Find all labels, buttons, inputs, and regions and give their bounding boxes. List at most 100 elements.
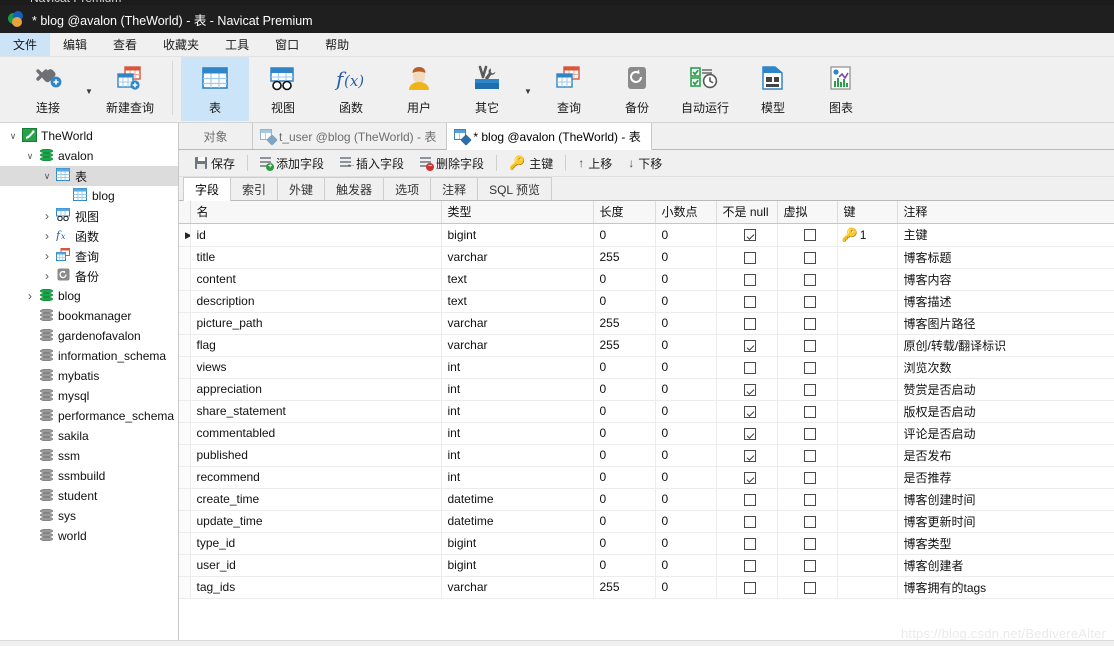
virtual-checkbox[interactable] bbox=[777, 246, 838, 269]
grid-column-header-5[interactable]: 虚拟 bbox=[777, 201, 838, 224]
field-type-cell[interactable]: varchar bbox=[441, 246, 594, 269]
not-null-checkbox[interactable] bbox=[716, 334, 778, 357]
field-length-cell[interactable]: 0 bbox=[593, 532, 656, 555]
chevron-right-icon[interactable]: › bbox=[40, 266, 54, 286]
field-type-cell[interactable]: datetime bbox=[441, 510, 594, 533]
chevron-right-icon[interactable]: › bbox=[40, 206, 54, 226]
ribbon-button-8[interactable]: 备份 bbox=[603, 57, 671, 121]
chevron-down-icon[interactable]: ▼ bbox=[521, 87, 535, 122]
field-length-cell[interactable]: 255 bbox=[593, 576, 656, 599]
field-type-cell[interactable]: int bbox=[441, 444, 594, 467]
sub-tab-4[interactable]: 选项 bbox=[383, 177, 432, 200]
sub-tab-1[interactable]: 索引 bbox=[230, 177, 279, 200]
key-cell[interactable] bbox=[837, 378, 898, 401]
menu-item-1[interactable]: 编辑 bbox=[50, 33, 100, 56]
comment-cell[interactable]: 赞赏是否启动 bbox=[897, 378, 1114, 401]
tree-node-information_schema[interactable]: information_schema bbox=[0, 346, 178, 366]
not-null-checkbox[interactable] bbox=[716, 576, 778, 599]
menu-item-4[interactable]: 工具 bbox=[212, 33, 262, 56]
insert-field-button[interactable]: ← 插入字段 bbox=[332, 155, 412, 172]
field-name-cell[interactable]: update_time bbox=[190, 510, 442, 533]
tree-node-[interactable]: › 备份 bbox=[0, 266, 178, 286]
comment-cell[interactable]: 博客创建时间 bbox=[897, 488, 1114, 511]
field-decimals-cell[interactable]: 0 bbox=[655, 312, 717, 335]
virtual-checkbox[interactable] bbox=[777, 488, 838, 511]
key-cell[interactable] bbox=[837, 334, 898, 357]
field-decimals-cell[interactable]: 0 bbox=[655, 334, 717, 357]
tree-node-gardenofavalon[interactable]: gardenofavalon bbox=[0, 326, 178, 346]
table-row[interactable]: content text 0 0 博客内容 bbox=[179, 268, 1114, 291]
table-row[interactable]: views int 0 0 浏览次数 bbox=[179, 356, 1114, 379]
field-decimals-cell[interactable]: 0 bbox=[655, 576, 717, 599]
table-row[interactable]: user_id bigint 0 0 博客创建者 bbox=[179, 554, 1114, 577]
grid-column-header-0[interactable]: 名 bbox=[190, 201, 442, 224]
tree-node-TheWorld[interactable]: ∨ TheWorld bbox=[0, 126, 178, 146]
chevron-right-icon[interactable]: › bbox=[40, 246, 54, 266]
ribbon-button-10[interactable]: 模型 bbox=[739, 57, 807, 121]
table-row[interactable]: appreciation int 0 0 赞赏是否启动 bbox=[179, 378, 1114, 401]
virtual-checkbox[interactable] bbox=[777, 290, 838, 313]
tree-node-student[interactable]: student bbox=[0, 486, 178, 506]
comment-cell[interactable]: 版权是否启动 bbox=[897, 400, 1114, 423]
ribbon-button-5[interactable]: 用户 bbox=[385, 57, 453, 121]
field-decimals-cell[interactable]: 0 bbox=[655, 246, 717, 269]
key-cell[interactable] bbox=[837, 312, 898, 335]
navigation-tree[interactable]: ∨ TheWorld ∨ avalon ∨ 表 blog › 视图 › f x 函数 › 查询 › 备份 › blo… bbox=[0, 123, 179, 646]
comment-cell[interactable]: 博客内容 bbox=[897, 268, 1114, 291]
delete-field-button[interactable]: − 删除字段 bbox=[412, 155, 492, 172]
field-decimals-cell[interactable]: 0 bbox=[655, 268, 717, 291]
field-decimals-cell[interactable]: 0 bbox=[655, 356, 717, 379]
tree-node-sys[interactable]: sys bbox=[0, 506, 178, 526]
table-row[interactable]: published int 0 0 是否发布 bbox=[179, 444, 1114, 467]
menu-item-0[interactable]: 文件 bbox=[0, 33, 51, 56]
key-cell[interactable] bbox=[837, 444, 898, 467]
grid-column-header-6[interactable]: 键 bbox=[837, 201, 898, 224]
tree-node-ssmbuild[interactable]: ssmbuild bbox=[0, 466, 178, 486]
tree-node-bookmanager[interactable]: bookmanager bbox=[0, 306, 178, 326]
comment-cell[interactable]: 博客更新时间 bbox=[897, 510, 1114, 533]
field-type-cell[interactable]: int bbox=[441, 422, 594, 445]
field-name-cell[interactable]: views bbox=[190, 356, 442, 379]
field-name-cell[interactable]: flag bbox=[190, 334, 442, 357]
move-down-button[interactable]: ↓ 下移 bbox=[620, 155, 670, 172]
field-name-cell[interactable]: content bbox=[190, 268, 442, 291]
key-cell[interactable] bbox=[837, 422, 898, 445]
key-cell[interactable] bbox=[837, 532, 898, 555]
field-decimals-cell[interactable]: 0 bbox=[655, 223, 717, 247]
ribbon-button-9[interactable]: 自动运行 bbox=[671, 57, 739, 121]
chevron-right-icon[interactable]: › bbox=[40, 226, 54, 246]
field-name-cell[interactable]: picture_path bbox=[190, 312, 442, 335]
tree-node-ssm[interactable]: ssm bbox=[0, 446, 178, 466]
field-type-cell[interactable]: bigint bbox=[441, 223, 594, 247]
comment-cell[interactable]: 评论是否启动 bbox=[897, 422, 1114, 445]
not-null-checkbox[interactable] bbox=[716, 290, 778, 313]
field-decimals-cell[interactable]: 0 bbox=[655, 466, 717, 489]
not-null-checkbox[interactable] bbox=[716, 378, 778, 401]
tree-node-blog[interactable]: › blog bbox=[0, 286, 178, 306]
sub-tab-0[interactable]: 字段 bbox=[183, 177, 232, 201]
field-decimals-cell[interactable]: 0 bbox=[655, 290, 717, 313]
tree-node-[interactable]: › f x 函数 bbox=[0, 226, 178, 246]
virtual-checkbox[interactable] bbox=[777, 312, 838, 335]
key-cell[interactable] bbox=[837, 510, 898, 533]
virtual-checkbox[interactable] bbox=[777, 356, 838, 379]
not-null-checkbox[interactable] bbox=[716, 466, 778, 489]
grid-column-header-1[interactable]: 类型 bbox=[441, 201, 594, 224]
comment-cell[interactable]: 是否发布 bbox=[897, 444, 1114, 467]
ribbon-button-1[interactable]: 新建查询 bbox=[96, 57, 164, 121]
comment-cell[interactable]: 是否推荐 bbox=[897, 466, 1114, 489]
not-null-checkbox[interactable] bbox=[716, 532, 778, 555]
grid-column-header-4[interactable]: 不是 null bbox=[716, 201, 778, 224]
virtual-checkbox[interactable] bbox=[777, 378, 838, 401]
field-decimals-cell[interactable]: 0 bbox=[655, 510, 717, 533]
not-null-checkbox[interactable] bbox=[716, 510, 778, 533]
not-null-checkbox[interactable] bbox=[716, 400, 778, 423]
virtual-checkbox[interactable] bbox=[777, 510, 838, 533]
virtual-checkbox[interactable] bbox=[777, 444, 838, 467]
not-null-checkbox[interactable] bbox=[716, 246, 778, 269]
table-row[interactable]: commentabled int 0 0 评论是否启动 bbox=[179, 422, 1114, 445]
field-type-cell[interactable]: bigint bbox=[441, 532, 594, 555]
field-name-cell[interactable]: id bbox=[190, 223, 442, 247]
chevron-down-icon[interactable]: ▼ bbox=[82, 87, 96, 122]
field-name-cell[interactable]: recommend bbox=[190, 466, 442, 489]
